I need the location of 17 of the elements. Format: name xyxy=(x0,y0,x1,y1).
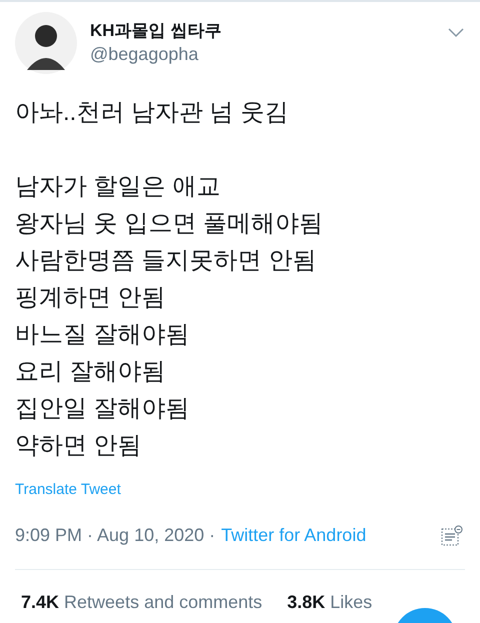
document-icon[interactable] xyxy=(441,524,463,546)
engagement-count[interactable]: 3.8K Likes xyxy=(287,589,372,616)
tweet-text-line: 요리 잘해야됨 xyxy=(15,357,167,387)
tweet-text-line: 핑계하면 안됨 xyxy=(15,283,167,313)
tweet-text-line: 집안일 잘해야됨 xyxy=(15,394,191,424)
user-handle: @begagopha xyxy=(90,43,200,66)
tweet-text-line: 왕자님 옷 입으면 풀메해야됨 xyxy=(15,209,324,239)
display-name: KH과몰입 씹타쿠 xyxy=(90,20,222,42)
tweet-timestamp: 9:09 PM · Aug 10, 2020 · xyxy=(15,524,216,547)
tweet-text-line: 남자가 할일은 애교 xyxy=(15,172,222,202)
tweet-text-line: 사람한명쯤 들지못하면 안됨 xyxy=(15,246,318,276)
tweet-text-line: 바느질 잘해야됨 xyxy=(15,320,191,350)
chevron-down-icon[interactable] xyxy=(448,28,464,38)
tweet-text-line: 아놔..천러 남자관 넘 웃김 xyxy=(15,98,290,128)
avatar[interactable] xyxy=(15,12,77,74)
engagement-count[interactable]: 7.4K Retweets and comments xyxy=(21,589,262,616)
tweet-text-line: 약하면 안됨 xyxy=(15,431,143,461)
